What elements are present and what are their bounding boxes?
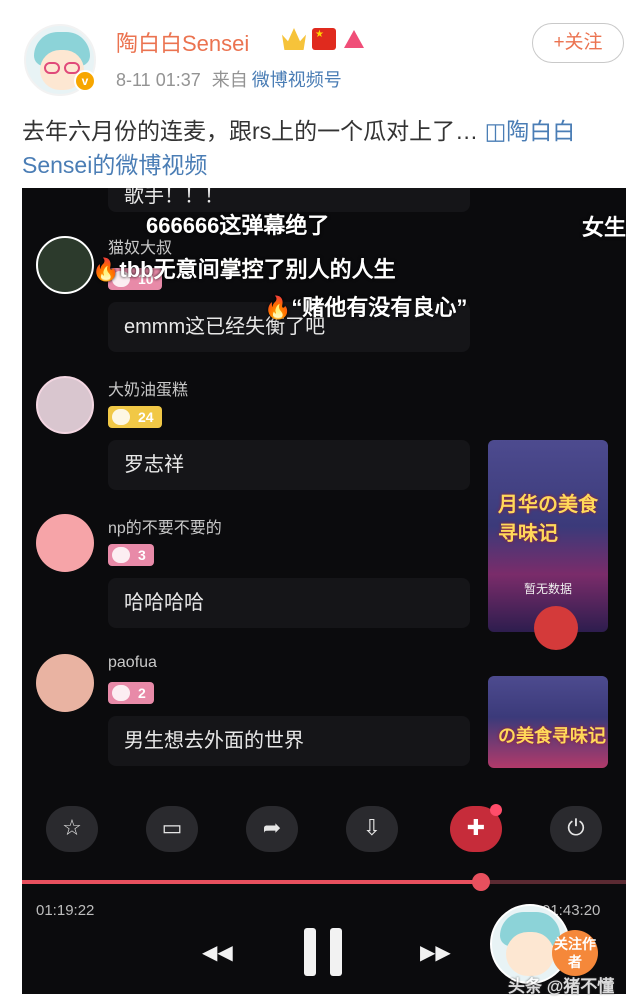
promo-thumbnail[interactable]: 月华の美食寻味记 暂无数据	[488, 440, 608, 632]
chat-bubble: 男生想去外面的世界	[108, 716, 470, 766]
level-badge: 24	[108, 406, 162, 428]
danmu-comment: 女生	[582, 215, 626, 240]
source-link[interactable]: 微博视频号	[252, 70, 342, 90]
post-text: 去年六月份的连麦，跟rs上的一个瓜对上了… ◫陶白白Sensei的微博视频	[22, 114, 622, 182]
thumbnail-title: 月华の美食寻味记	[498, 494, 598, 545]
post-timestamp: 8-11 01:37	[116, 70, 201, 90]
verified-badge-icon: v	[74, 70, 96, 92]
share-icon[interactable]: ➦	[246, 806, 298, 852]
watermark: 头条 @猪不懂	[508, 977, 615, 996]
power-icon[interactable]: ⏻	[550, 806, 602, 852]
user-badges	[282, 28, 366, 50]
username[interactable]: 陶白白Sensei	[116, 26, 249, 58]
download-icon[interactable]: ⇩	[346, 806, 398, 852]
level-badge: 3	[108, 544, 154, 566]
pause-button[interactable]	[304, 928, 344, 976]
promo-thumbnail[interactable]: の美食寻味记	[488, 676, 608, 768]
crown-icon	[282, 28, 306, 50]
source-prefix: 来自	[211, 70, 248, 90]
chat-bubble: 哈哈哈哈	[108, 578, 470, 628]
camera-icon[interactable]: ▭	[146, 806, 198, 852]
vip-icon	[342, 28, 366, 50]
chat-bubble: 罗志祥	[108, 440, 470, 490]
control-bar: ☆ ▭ ➦ ⇩ ✚ ⏻	[22, 800, 626, 860]
chat-username: 大奶油蛋糕	[108, 382, 189, 399]
danmu-comment: 666666这弹幕绝了	[146, 213, 330, 238]
previous-icon[interactable]: ◀◀	[202, 940, 233, 964]
chat-username: paofua	[108, 654, 157, 671]
progress-knob[interactable]	[472, 873, 491, 891]
notification-dot	[490, 804, 502, 816]
elapsed-time: 01:19:22	[36, 902, 95, 919]
post-meta: 8-11 01:37 来自 微博视频号	[116, 66, 342, 92]
chat-avatar	[36, 236, 94, 294]
thumbnail-title: の美食寻味记	[498, 726, 606, 746]
video-player[interactable]: 歌手！！！ 猫奴大叔 10 emmm这已经失衡了吧 大奶油蛋糕 24 罗志祥 n…	[22, 188, 626, 994]
recording-icon[interactable]	[534, 606, 578, 650]
weibo-post: v 陶白白Sensei 8-11 01:37 来自微博视频号 +关注 去年六月份…	[0, 0, 640, 1004]
chat-avatar	[36, 514, 94, 572]
progress-fill	[22, 880, 482, 884]
level-badge: 2	[108, 682, 154, 704]
danmu-comment: 🔥tbb无意间掌控了别人的人生	[92, 257, 396, 282]
thumbnail-status: 暂无数据	[523, 582, 572, 596]
china-flag-icon	[312, 28, 336, 50]
progress-bar[interactable]	[22, 873, 626, 891]
next-icon[interactable]: ▶▶	[420, 940, 451, 964]
danmu-comment: 🔥“赌他有没有良心”	[264, 295, 468, 320]
fire-icon: 🔥	[264, 295, 292, 320]
chat-username: np的不要不要的	[108, 520, 222, 537]
star-icon[interactable]: ☆	[46, 806, 98, 852]
video-link-icon: ◫	[484, 118, 507, 144]
post-body: 去年六月份的连麦，跟rs上的一个瓜对上了…	[22, 118, 479, 144]
follow-button[interactable]: +关注	[532, 23, 624, 63]
chat-avatar	[36, 654, 94, 712]
fire-icon: 🔥	[92, 257, 120, 282]
follow-author-button[interactable]: 关注作者	[552, 930, 598, 976]
chat-avatar	[36, 376, 94, 434]
